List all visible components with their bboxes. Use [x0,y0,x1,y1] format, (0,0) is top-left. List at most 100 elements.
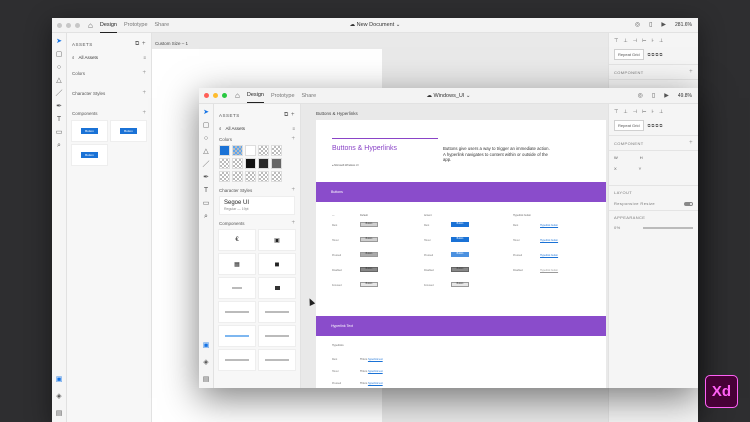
zoom-level[interactable]: 281.6% [675,22,692,28]
assets-filter[interactable]: All Assets [79,55,99,60]
hyperlink-button[interactable]: Hyperlink button [540,224,558,227]
components-section-label[interactable]: Components [72,111,98,116]
add-style-icon[interactable]: + [142,90,146,96]
component-thumb[interactable]: Button [71,144,108,166]
zoom-dot[interactable] [75,22,80,28]
rectangle-tool-icon[interactable]: ▢ [56,51,63,59]
home-icon[interactable]: ⌂ [88,21,93,30]
align-toolbar[interactable]: ⊤ ⊥ ⊣ ⊢ ⊦ ⊥ [609,33,698,44]
color-swatch[interactable] [232,171,243,182]
component-thumb[interactable]: ▦ [218,253,256,275]
minimize-dot[interactable] [213,93,218,98]
assets-actions-icon[interactable]: ⧉ + [284,112,295,119]
polygon-tool-icon[interactable]: △ [56,77,61,85]
y-field[interactable]: Y [639,166,642,171]
repeat-grid-button[interactable]: Repeat Grid [614,49,644,60]
color-swatch[interactable] [245,158,256,169]
home-icon[interactable]: ⌂ [235,91,240,100]
color-swatch[interactable] [258,158,269,169]
accent-button[interactable]: Button [451,237,469,242]
component-thumb[interactable] [218,277,256,299]
document-title[interactable]: ☁ New Document ⌄ [350,22,401,28]
artboard-label[interactable]: Buttons & Hyperlinks [316,111,358,116]
component-thumb[interactable] [258,325,296,347]
assets-actions-icon[interactable]: ⧉ + [135,41,146,48]
assets-panel-icon[interactable]: ▣ [203,342,210,350]
component-thumb[interactable] [258,301,296,323]
view-menu-icon[interactable]: ≡ [143,55,146,60]
character-styles-section-label[interactable]: Character Styles [72,91,105,96]
ellipse-tool-icon[interactable]: ○ [204,135,208,143]
color-swatch[interactable] [219,158,230,169]
user-icon[interactable]: ◎ [638,92,643,99]
default-button[interactable]: Button [360,237,378,242]
plugins-icon[interactable]: ▤ [56,410,63,418]
plugins-icon[interactable]: ▤ [203,376,210,384]
align-toolbar[interactable]: ⊤ ⊥ ⊣ ⊢ ⊦ ⊥ [609,104,698,115]
rectangle-tool-icon[interactable]: ▢ [203,122,210,130]
color-swatch[interactable] [258,145,269,156]
color-swatch[interactable] [232,145,243,156]
default-button[interactable]: Button [360,267,378,272]
zoom-tool-icon[interactable]: ⌕ [57,142,61,150]
x-field[interactable]: X [614,166,617,171]
user-icon[interactable]: ◎ [635,21,640,28]
hyperlink-button[interactable]: Hyperlink button [540,269,558,272]
tab-design[interactable]: Design [99,18,117,33]
tab-share[interactable]: Share [155,18,170,32]
color-swatch[interactable] [271,158,282,169]
component-thumb[interactable] [218,301,256,323]
select-tool-icon[interactable]: ➤ [56,38,62,46]
mobile-icon[interactable]: ▯ [652,92,655,99]
text-tool-icon[interactable]: T [57,116,61,124]
artboard-tool-icon[interactable]: ▭ [56,129,63,137]
zoom-level[interactable]: 49.8% [678,93,692,99]
search-icon[interactable]: ⌕ [72,55,75,60]
minimize-dot[interactable] [66,22,71,28]
accent-button[interactable]: Button [451,267,469,272]
boolean-icons[interactable]: ⧉ ⧉ ⧉ ⧉ [648,52,663,57]
tab-prototype[interactable]: Prototype [124,18,148,32]
accent-button[interactable]: Button [451,222,469,227]
add-color-icon[interactable]: + [291,136,295,142]
color-swatch[interactable] [271,145,282,156]
repeat-grid-button[interactable]: Repeat Grid [614,120,644,131]
ellipse-tool-icon[interactable]: ○ [57,64,61,72]
accent-button[interactable]: Button [451,252,469,257]
colors-section-label[interactable]: Colors [72,71,85,76]
add-component-icon[interactable]: + [689,140,693,146]
assets-panel-icon[interactable]: ▣ [56,376,63,384]
artboard-tool-icon[interactable]: ▭ [203,200,210,208]
default-button[interactable]: Button [360,252,378,257]
close-dot[interactable] [57,22,62,28]
height-field[interactable]: H [640,155,643,160]
search-icon[interactable]: ⌕ [219,126,222,131]
add-style-icon[interactable]: + [291,187,295,193]
width-field[interactable]: W [614,155,618,160]
component-thumb[interactable]: ▣ [258,229,296,251]
zoom-tool-icon[interactable]: ⌕ [204,213,208,221]
line-tool-icon[interactable]: ／ [56,90,63,98]
color-swatch[interactable] [232,158,243,169]
artboard[interactable]: Buttons & Hyperlinks ● Microsoft Windows… [316,120,606,388]
boolean-icons[interactable]: ⧉ ⧉ ⧉ ⧉ [648,123,663,128]
select-tool-icon[interactable]: ➤ [203,109,209,117]
add-component-icon[interactable]: + [291,220,295,226]
polygon-tool-icon[interactable]: △ [203,148,208,156]
document-title[interactable]: ☁ Windows_UI ⌄ [426,93,470,99]
view-menu-icon[interactable]: ≡ [292,126,295,131]
color-swatch[interactable] [271,171,282,182]
play-icon[interactable]: ▶ [664,92,669,99]
hyperlink-button[interactable]: Hyperlink button [540,254,558,257]
add-color-icon[interactable]: + [142,70,146,76]
artboard-label[interactable]: Custom Size – 1 [155,41,188,46]
pen-tool-icon[interactable]: ✒ [56,103,62,111]
assets-filter[interactable]: All Assets [226,126,246,131]
component-thumb[interactable]: Button [71,120,108,142]
hyperlink-button[interactable]: Hyperlink button [540,239,558,242]
line-tool-icon[interactable]: ／ [203,161,210,169]
component-thumb[interactable]: € [218,229,256,251]
character-styles-section-label[interactable]: Character Styles [219,188,252,193]
default-button[interactable]: Button [360,282,378,287]
component-thumb[interactable] [218,349,256,371]
